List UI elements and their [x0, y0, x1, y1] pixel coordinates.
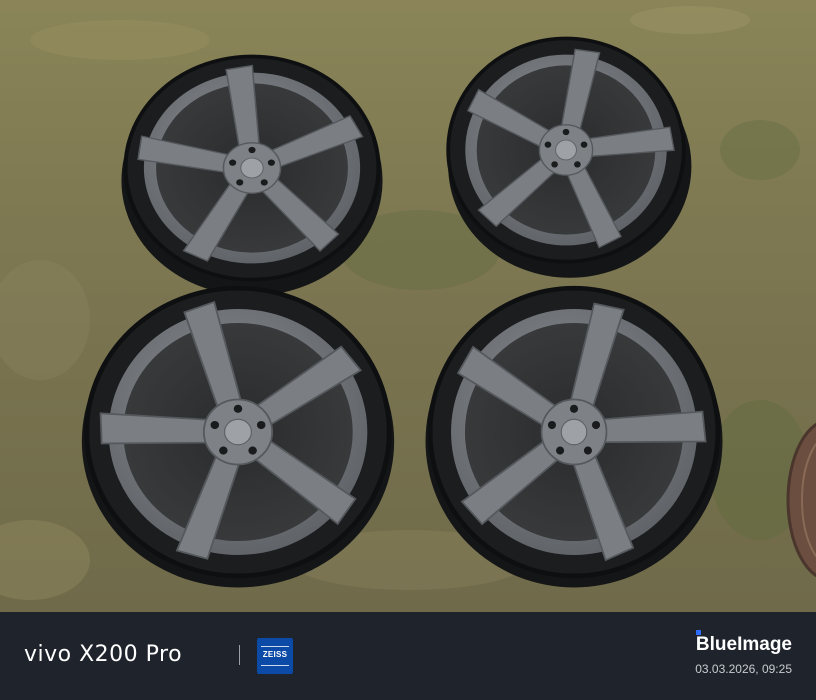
blueimage-text: BlueImage	[695, 634, 792, 655]
photo-canvas	[0, 0, 816, 612]
zeiss-logo-icon: ZEISS	[257, 638, 293, 674]
capture-datetime: 03.03.2026, 09:25	[695, 662, 792, 676]
blueimage-dot-icon	[695, 630, 701, 635]
photo	[0, 0, 816, 612]
device-model-label: vivo X200 Pro	[24, 642, 183, 667]
zeiss-logo-text: ZEISS	[262, 650, 288, 659]
watermark-separator	[239, 645, 240, 665]
camera-watermark-bar: vivo X200 Pro ZEISS BlueImage 03.03.2026…	[0, 612, 816, 700]
blueimage-brand-label: BlueImage	[695, 630, 792, 656]
